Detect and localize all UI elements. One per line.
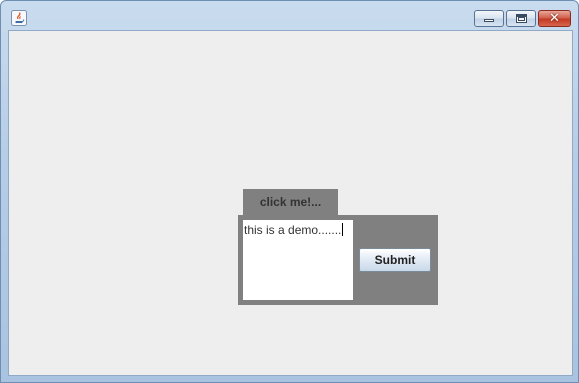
- maximize-button[interactable]: [506, 10, 536, 27]
- textarea-text: this is a demo.......: [244, 223, 342, 237]
- maximize-icon: [516, 14, 527, 23]
- minimize-icon: [484, 19, 494, 22]
- gray-panel: this is a demo....... Submit: [238, 215, 438, 305]
- demo-textarea[interactable]: this is a demo.......: [243, 220, 353, 300]
- click-me-tab[interactable]: click me!...: [243, 189, 338, 216]
- minimize-button[interactable]: [474, 10, 504, 27]
- submit-button[interactable]: Submit: [359, 248, 431, 272]
- close-button[interactable]: ✕: [538, 10, 571, 27]
- app-window: ✕ click me!... this is a demo....... Sub…: [0, 0, 579, 383]
- close-icon: ✕: [549, 11, 560, 26]
- content-pane: click me!... this is a demo....... Submi…: [8, 30, 573, 376]
- title-bar[interactable]: ✕: [1, 1, 578, 30]
- text-caret: [342, 223, 344, 236]
- java-cup-icon[interactable]: [11, 10, 27, 26]
